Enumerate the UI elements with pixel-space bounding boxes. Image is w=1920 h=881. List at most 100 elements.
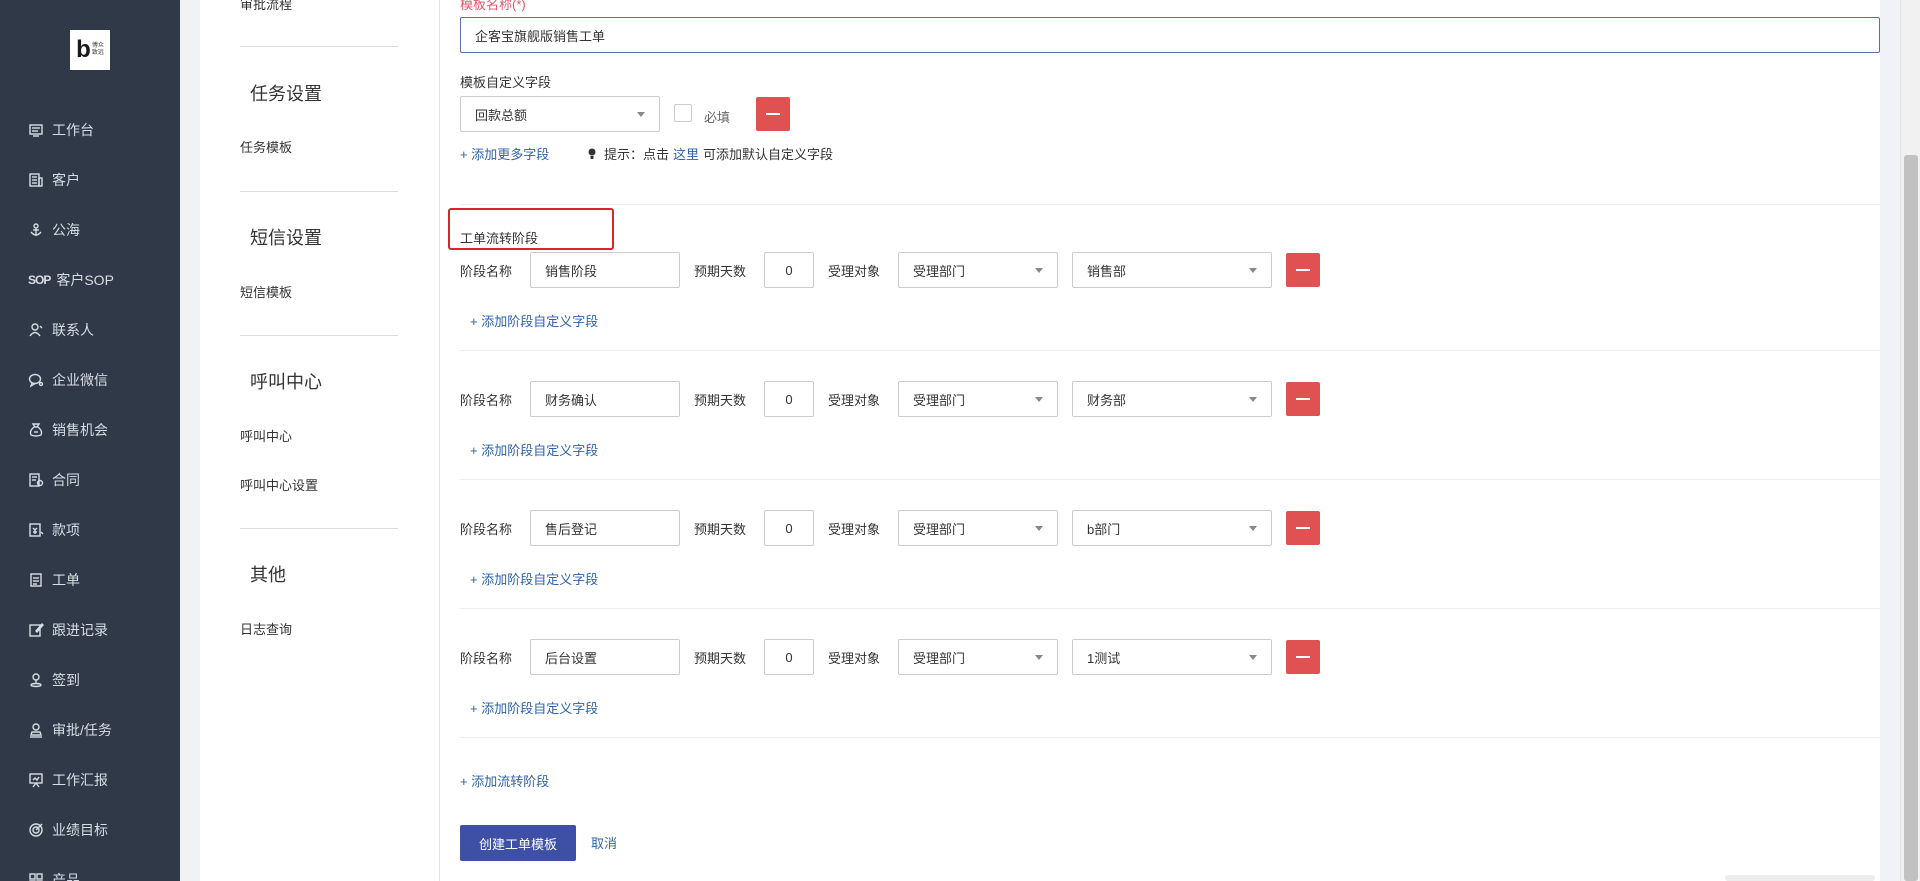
sidebar-item-contract[interactable]: 合同 bbox=[0, 455, 180, 505]
required-checkbox[interactable] bbox=[674, 104, 692, 122]
subnav-link-sms-template[interactable]: 短信模板 bbox=[240, 282, 292, 301]
stage-divider bbox=[460, 350, 1880, 351]
add-more-fields-link[interactable]: + 添加更多字段 bbox=[460, 144, 549, 163]
expected-days-input[interactable]: 0 bbox=[764, 381, 814, 417]
add-stage-field-link[interactable]: + 添加阶段自定义字段 bbox=[470, 569, 598, 588]
stage-divider bbox=[460, 479, 1880, 480]
subnav-link-call-center-settings[interactable]: 呼叫中心设置 bbox=[240, 475, 318, 494]
add-stage-field-link[interactable]: + 添加阶段自定义字段 bbox=[470, 698, 598, 717]
subnav-link-log-query[interactable]: 日志查询 bbox=[240, 619, 292, 638]
sidebar-item-performance-goal[interactable]: 业绩目标 bbox=[0, 805, 180, 855]
stage-name-input[interactable]: 后台设置 bbox=[530, 639, 680, 675]
sidebar-item-check-in[interactable]: 签到 bbox=[0, 655, 180, 705]
user-icon bbox=[28, 322, 44, 338]
sidebar-item-sales-opportunity[interactable]: 销售机会 bbox=[0, 405, 180, 455]
logo-line-2: 致远 bbox=[91, 50, 104, 56]
subnav-link-call-center[interactable]: 呼叫中心 bbox=[240, 426, 292, 445]
horizontal-scrollbar[interactable] bbox=[1725, 875, 1875, 881]
stage-name-input[interactable]: 售后登记 bbox=[530, 510, 680, 546]
sidebar-item-label: 公海 bbox=[52, 222, 80, 238]
department-select[interactable]: b部门 bbox=[1072, 510, 1272, 546]
handler-label: 受理对象 bbox=[828, 393, 881, 408]
edit-icon bbox=[28, 622, 44, 638]
cancel-link[interactable]: 取消 bbox=[591, 833, 617, 852]
add-stage-link[interactable]: + 添加流转阶段 bbox=[460, 771, 549, 790]
sidebar-item-customer[interactable]: 客户 bbox=[0, 155, 180, 205]
minus-icon bbox=[1296, 398, 1310, 400]
sidebar-item-work-report[interactable]: 工作汇报 bbox=[0, 755, 180, 805]
department-select[interactable]: 1测试 bbox=[1072, 639, 1272, 675]
department-value: b部门 bbox=[1087, 521, 1121, 537]
expected-days-input[interactable]: 0 bbox=[764, 510, 814, 546]
sidebar-item-wecom[interactable]: 企业微信 bbox=[0, 355, 180, 405]
sidebar-item-contacts[interactable]: 联系人 bbox=[0, 305, 180, 355]
anchor-icon bbox=[28, 222, 44, 238]
add-stage-field-link[interactable]: + 添加阶段自定义字段 bbox=[470, 311, 598, 330]
hint-here-link[interactable]: 这里 bbox=[673, 144, 699, 163]
remove-stage-button[interactable] bbox=[1286, 253, 1320, 287]
minus-icon bbox=[1296, 656, 1310, 658]
handler-type-select[interactable]: 受理部门 bbox=[898, 381, 1058, 417]
vertical-scrollbar[interactable] bbox=[1900, 0, 1920, 881]
sidebar-item-public-pool[interactable]: 公海 bbox=[0, 205, 180, 255]
remove-stage-button[interactable] bbox=[1286, 511, 1320, 545]
chevron-down-icon bbox=[1249, 526, 1257, 531]
sidebar-item-work-order[interactable]: 工单 bbox=[0, 555, 180, 605]
sidebar-item-label: 跟进记录 bbox=[52, 622, 108, 638]
subnav-heading-sms: 短信设置 bbox=[250, 228, 322, 248]
stage-name-input[interactable]: 销售阶段 bbox=[530, 252, 680, 288]
handler-label: 受理对象 bbox=[828, 522, 881, 537]
sidebar-item-payment[interactable]: 款项 bbox=[0, 505, 180, 555]
subnav-link-approval-flow[interactable]: 审批流程 bbox=[240, 0, 292, 13]
hint-suffix: 可添加默认自定义字段 bbox=[703, 147, 834, 162]
sidebar-item-label: 企业微信 bbox=[52, 372, 108, 388]
sidebar-item-label: 客户 bbox=[52, 172, 80, 188]
sidebar-item-product[interactable]: 产品 bbox=[0, 855, 180, 881]
department-value: 财务部 bbox=[1087, 392, 1127, 408]
contract-icon bbox=[28, 472, 44, 488]
department-select[interactable]: 财务部 bbox=[1072, 381, 1272, 417]
minus-icon bbox=[1296, 269, 1310, 271]
handler-type-value: 受理部门 bbox=[913, 650, 966, 666]
sidebar-item-approval-task[interactable]: 审批/任务 bbox=[0, 705, 180, 755]
hint-text: 提示：点击 这里 可添加默认自定义字段 bbox=[586, 144, 833, 163]
minus-icon bbox=[766, 113, 780, 115]
create-template-button[interactable]: 创建工单模板 bbox=[460, 825, 576, 861]
custom-field-select[interactable]: 回款总额 bbox=[460, 96, 660, 132]
remove-stage-button[interactable] bbox=[1286, 382, 1320, 416]
handler-label: 受理对象 bbox=[828, 651, 881, 666]
grid-icon bbox=[28, 872, 44, 881]
template-name-label: 模板名称(*) bbox=[460, 0, 526, 12]
add-stage-field-link[interactable]: + 添加阶段自定义字段 bbox=[470, 440, 598, 459]
company-logo[interactable]: b 博众 致远 bbox=[70, 30, 110, 70]
scrollbar-thumb[interactable] bbox=[1904, 155, 1918, 881]
stage-divider bbox=[460, 608, 1880, 609]
handler-type-select[interactable]: 受理部门 bbox=[898, 639, 1058, 675]
report-icon bbox=[28, 772, 44, 788]
handler-type-value: 受理部门 bbox=[913, 392, 966, 408]
sidebar-item-label: 合同 bbox=[52, 472, 80, 488]
remove-stage-button[interactable] bbox=[1286, 640, 1320, 674]
handler-type-select[interactable]: 受理部门 bbox=[898, 510, 1058, 546]
sidebar-item-label: 工单 bbox=[52, 572, 80, 588]
expected-days-input[interactable]: 0 bbox=[764, 252, 814, 288]
target-icon bbox=[28, 822, 44, 838]
template-name-input[interactable]: 企客宝旗舰版销售工单 bbox=[460, 17, 1880, 53]
subnav-link-task-template[interactable]: 任务模板 bbox=[240, 137, 292, 156]
remove-custom-field-button[interactable] bbox=[756, 97, 790, 131]
sidebar-item-label: 审批/任务 bbox=[52, 722, 112, 738]
stage-name-input[interactable]: 财务确认 bbox=[530, 381, 680, 417]
location-icon bbox=[28, 672, 44, 688]
expected-days-input[interactable]: 0 bbox=[764, 639, 814, 675]
chevron-down-icon bbox=[1035, 268, 1043, 273]
custom-field-select-value: 回款总额 bbox=[475, 107, 528, 123]
stage-name-label: 阶段名称 bbox=[460, 264, 513, 279]
department-select[interactable]: 销售部 bbox=[1072, 252, 1272, 288]
sidebar-item-follow-up[interactable]: 跟进记录 bbox=[0, 605, 180, 655]
sidebar-item-label: 联系人 bbox=[52, 322, 94, 338]
expected-days-label: 预期天数 bbox=[694, 522, 747, 537]
sidebar-item-workbench[interactable]: 工作台 bbox=[0, 105, 180, 155]
hint-prefix: 提示：点击 bbox=[604, 147, 670, 162]
handler-type-select[interactable]: 受理部门 bbox=[898, 252, 1058, 288]
sidebar-item-customer-sop[interactable]: SOP 客户SOP bbox=[0, 255, 180, 305]
